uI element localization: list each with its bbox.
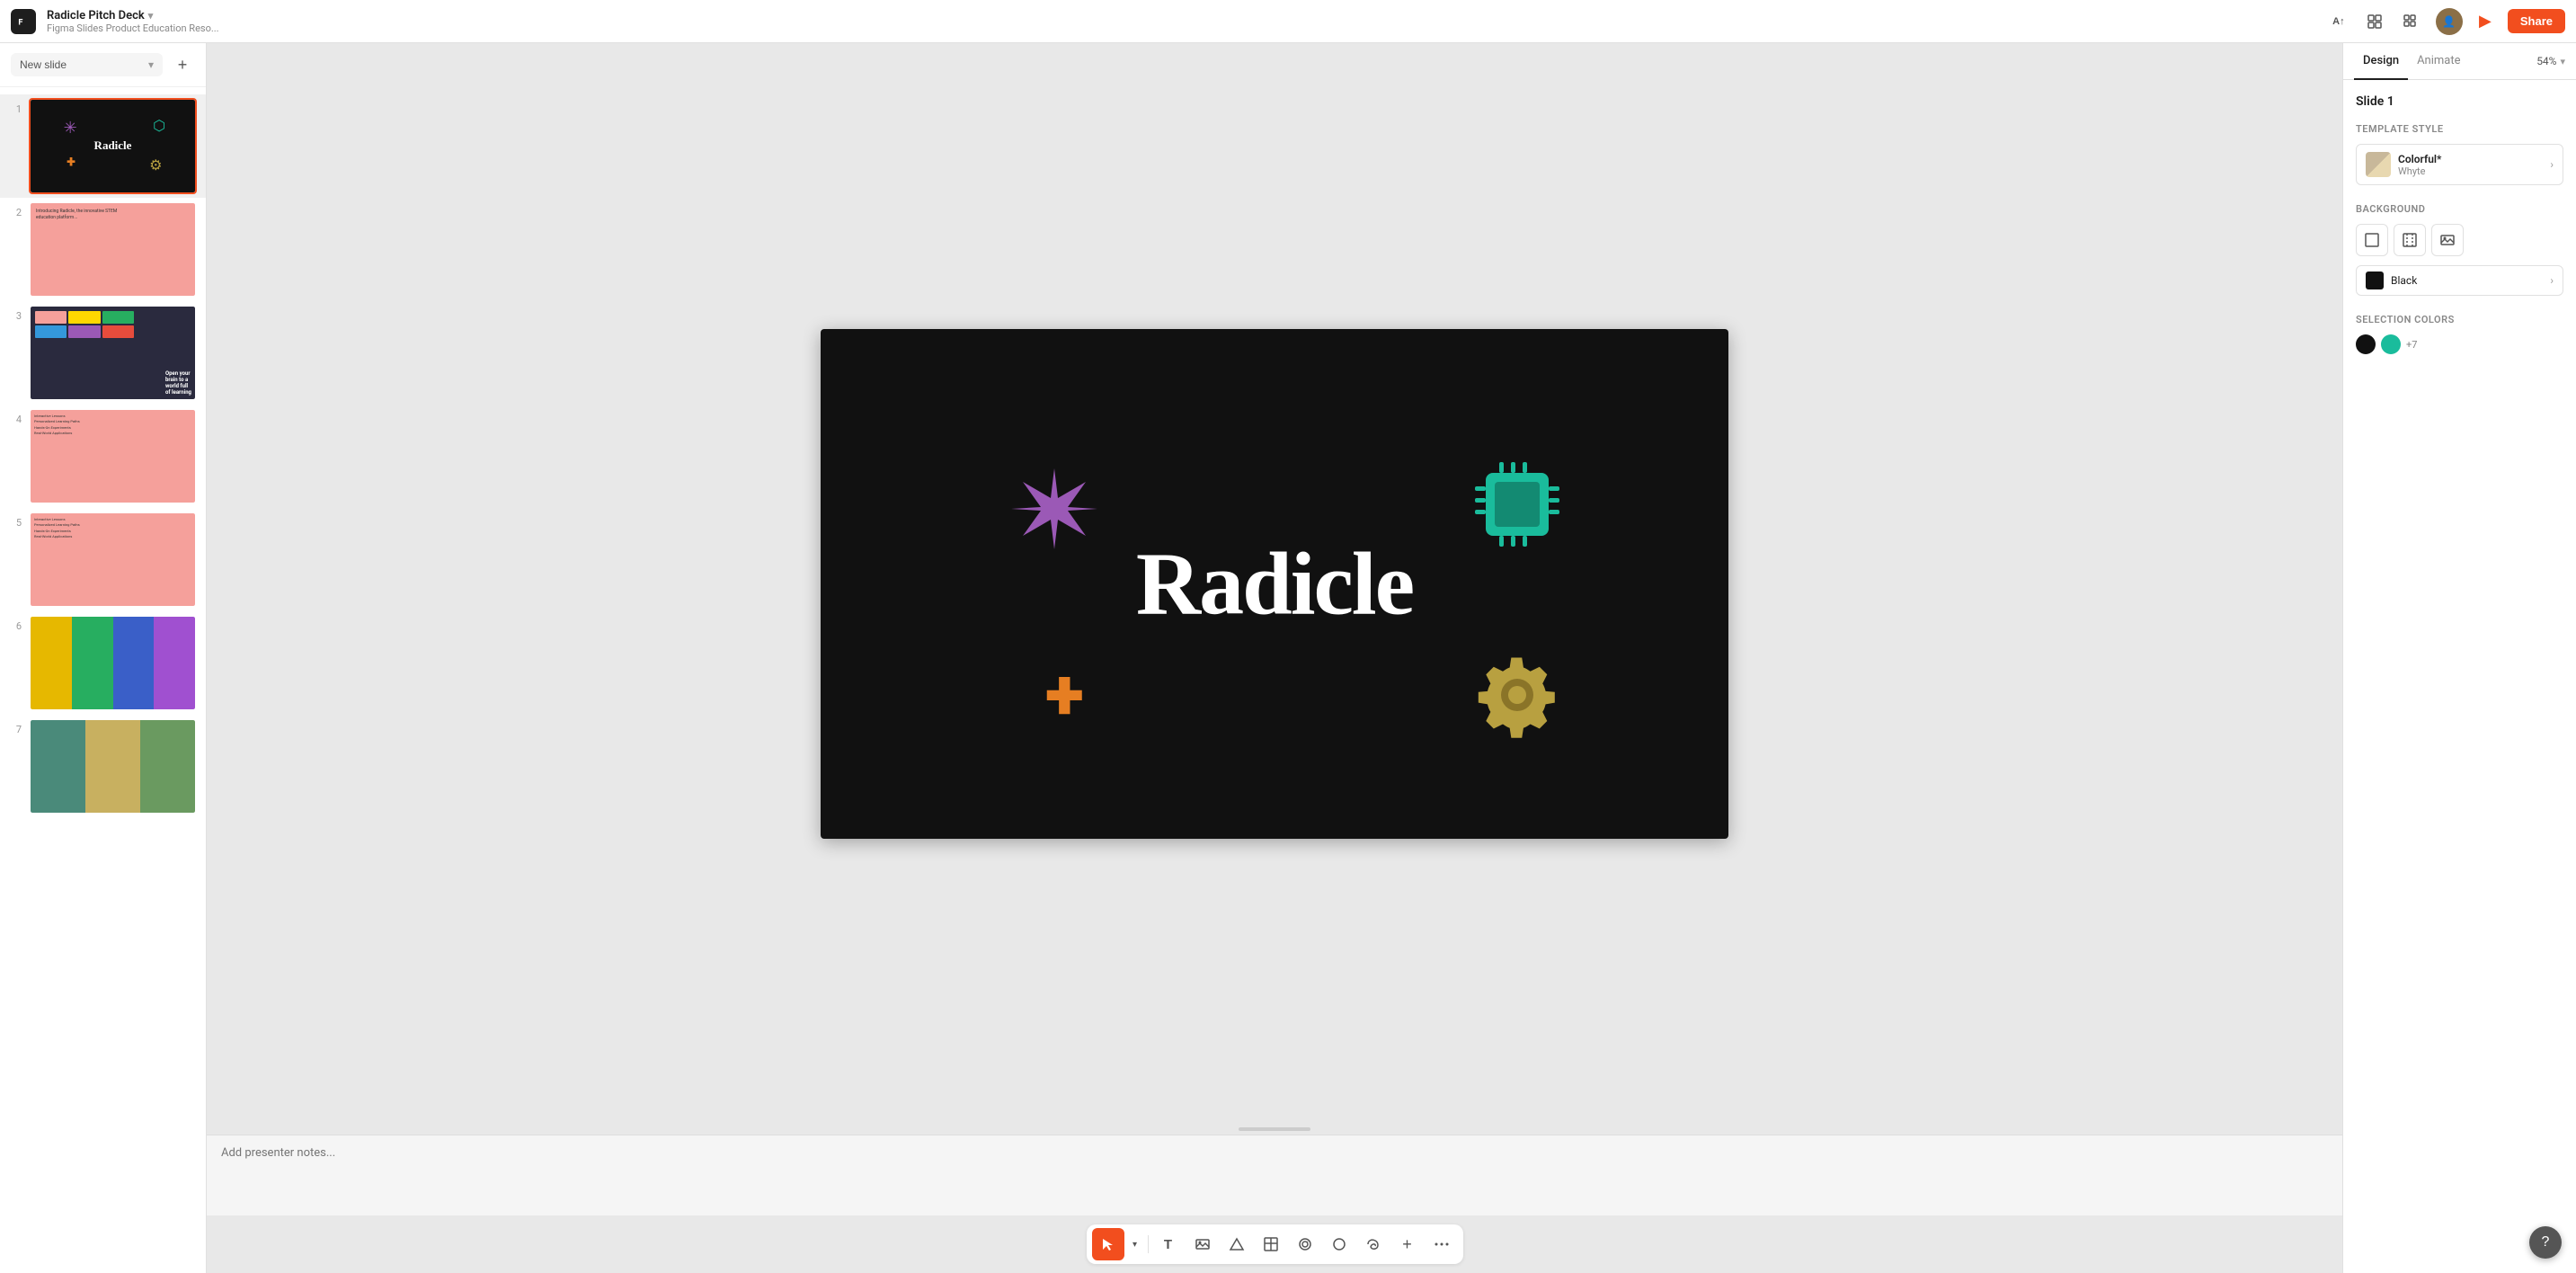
image-tool-button[interactable]: [1186, 1228, 1219, 1260]
tab-design[interactable]: Design: [2354, 43, 2408, 80]
svg-text:F: F: [18, 18, 22, 27]
slide-item-2[interactable]: 2 Introducing Radicle, the innovative ST…: [0, 198, 206, 301]
slides-panel: New slide ▾ + 1 ✳ ⬡ +: [0, 43, 207, 1273]
grid-view-button[interactable]: [2396, 7, 2425, 36]
gold-gear-shape: [1472, 650, 1562, 740]
add-element-button[interactable]: +: [1391, 1228, 1424, 1260]
file-subtitle: Figma Slides Product Education Reso...: [47, 22, 2314, 34]
ai-tool-button[interactable]: A↑: [2324, 7, 2353, 36]
slide-item-1[interactable]: 1 ✳ ⬡ + ⚙ Radicle: [0, 94, 206, 198]
purple-star-shape: [1009, 464, 1099, 554]
topbar-right: 👤 ▶ Share: [2436, 8, 2565, 35]
notes-area: [207, 1135, 2342, 1215]
layout-button[interactable]: [2360, 7, 2389, 36]
canvas-scroll: Radicle +: [207, 43, 2342, 1124]
slide-thumb-4: Interactive LessonsPersonalized Learning…: [29, 408, 197, 504]
template-name: Colorful*: [2398, 153, 2543, 165]
toolbar-group-main: ▾ T: [1087, 1224, 1463, 1264]
canvas-area: Radicle +: [207, 43, 2342, 1273]
play-button[interactable]: ▶: [2472, 8, 2499, 35]
add-slide-icon-button[interactable]: +: [170, 52, 195, 77]
pointer-tool-button[interactable]: [1092, 1228, 1124, 1260]
slide-thumb-7: [29, 718, 197, 815]
main-layout: New slide ▾ + 1 ✳ ⬡ +: [0, 43, 2576, 1273]
template-swatch: [2366, 152, 2391, 177]
right-tab-group: Design Animate: [2354, 43, 2470, 79]
slide-thumb-5: Interactive LessonsPersonalized Learning…: [29, 512, 197, 608]
shapes-tool-button[interactable]: [1221, 1228, 1253, 1260]
slide-canvas[interactable]: Radicle +: [821, 329, 1728, 839]
slide-thumb-1: ✳ ⬡ + ⚙ Radicle: [29, 98, 197, 194]
topbar: F Radicle Pitch Deck ▾ Figma Slides Prod…: [0, 0, 2576, 43]
canvas-scrollbar: [207, 1124, 2342, 1135]
slides-list: 1 ✳ ⬡ + ⚙ Radicle: [0, 87, 206, 1273]
template-sub: Whyte: [2398, 165, 2543, 177]
right-panel: Design Animate 54% ▾ Slide 1 Template st…: [2342, 43, 2576, 1273]
pen-tool-button[interactable]: [1289, 1228, 1321, 1260]
zoom-control[interactable]: 54% ▾: [2536, 55, 2565, 67]
right-panel-content: Slide 1 Template style Colorful* Whyte ›…: [2343, 80, 2576, 1273]
help-button[interactable]: ?: [2529, 1226, 2562, 1259]
selection-color-green[interactable]: [2381, 334, 2401, 354]
selection-colors-more[interactable]: +7: [2406, 339, 2417, 351]
background-icons-row: [2356, 224, 2563, 256]
bg-gradient-button[interactable]: [2394, 224, 2426, 256]
selection-colors-title: Selection colors: [2356, 314, 2563, 325]
slide-thumb-3: Open yourbrain to aworld fullof learning: [29, 305, 197, 401]
file-info: Radicle Pitch Deck ▾ Figma Slides Produc…: [47, 9, 2314, 34]
green-chip-shape: [1468, 455, 1567, 554]
bg-solid-button[interactable]: [2356, 224, 2388, 256]
share-button[interactable]: Share: [2508, 9, 2565, 33]
avatar[interactable]: 👤: [2436, 8, 2463, 35]
bottom-toolbar: ▾ T: [207, 1215, 2342, 1273]
figma-logo[interactable]: F: [11, 9, 36, 34]
background-section-title: Background: [2356, 203, 2563, 215]
slide-thumb-6: [29, 615, 197, 711]
background-section: Background: [2356, 203, 2563, 296]
right-tabs: Design Animate 54% ▾: [2343, 43, 2576, 80]
lasso-tool-button[interactable]: [1357, 1228, 1390, 1260]
template-chevron-icon: ›: [2550, 158, 2554, 171]
top-tools: A↑: [2324, 7, 2425, 36]
background-color-label: Black: [2391, 274, 2543, 287]
selection-colors-row: +7: [2356, 334, 2563, 354]
selection-color-black[interactable]: [2356, 334, 2376, 354]
slide-item-7[interactable]: 7: [0, 715, 206, 818]
template-style-section: Template style Colorful* Whyte ›: [2356, 123, 2563, 185]
slide-item-3[interactable]: 3 Open: [0, 301, 206, 405]
pointer-dropdown-button[interactable]: ▾: [1126, 1228, 1144, 1260]
background-color-swatch: [2366, 272, 2384, 289]
orange-plus-shape: +: [1045, 659, 1084, 731]
table-tool-button[interactable]: [1255, 1228, 1287, 1260]
background-color-row[interactable]: Black ›: [2356, 265, 2563, 296]
canvas-title: Radicle: [1136, 532, 1413, 636]
template-row[interactable]: Colorful* Whyte ›: [2356, 144, 2563, 185]
background-color-chevron: ›: [2550, 274, 2554, 287]
template-info: Colorful* Whyte: [2398, 153, 2543, 177]
filename-chevron: ▾: [148, 10, 154, 22]
filename[interactable]: Radicle Pitch Deck ▾: [47, 9, 2314, 22]
text-tool-button[interactable]: T: [1152, 1228, 1185, 1260]
slide-item-5[interactable]: 5 Interactive LessonsPersonalized Learni…: [0, 508, 206, 611]
new-slide-button[interactable]: New slide ▾: [11, 53, 163, 76]
circle-tool-button[interactable]: [1323, 1228, 1355, 1260]
notes-input[interactable]: [221, 1146, 2328, 1173]
slide-thumb-2: Introducing Radicle, the innovative STEM…: [29, 201, 197, 298]
more-options-button[interactable]: [1426, 1228, 1458, 1260]
toolbar-divider-1: [1148, 1235, 1149, 1253]
bg-image-button[interactable]: [2431, 224, 2464, 256]
selection-colors-section: Selection colors +7: [2356, 314, 2563, 354]
slide-item-4[interactable]: 4 Interactive LessonsPersonalized Learni…: [0, 405, 206, 508]
tab-animate[interactable]: Animate: [2408, 43, 2469, 80]
slide-item-6[interactable]: 6: [0, 611, 206, 715]
template-section-title: Template style: [2356, 123, 2563, 135]
slides-header: New slide ▾ +: [0, 43, 206, 87]
slide-title-label: Slide 1: [2356, 94, 2563, 109]
